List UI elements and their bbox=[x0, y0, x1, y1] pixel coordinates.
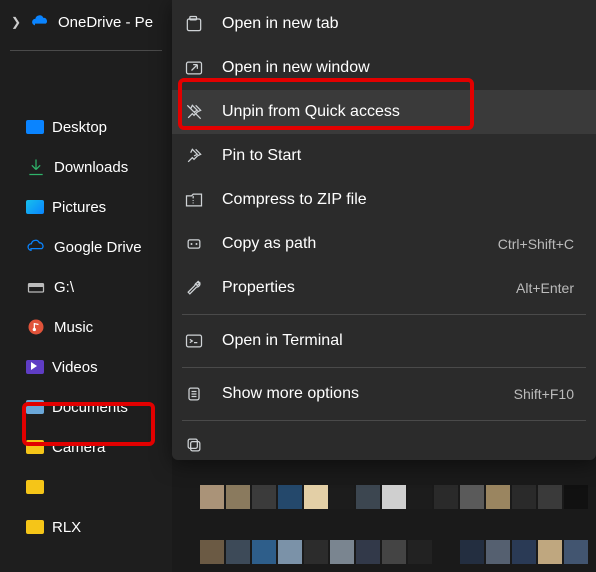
divider bbox=[182, 420, 586, 421]
ctx-item-label: Compress to ZIP file bbox=[222, 191, 367, 209]
documents-icon bbox=[26, 400, 44, 414]
ctx-open-new-tab[interactable]: Open in new tab bbox=[172, 2, 596, 46]
terminal-icon bbox=[184, 331, 204, 351]
folder-icon bbox=[26, 440, 44, 454]
ctx-item-shortcut: Ctrl+Shift+C bbox=[498, 236, 574, 252]
ctx-open-terminal[interactable]: Open in Terminal bbox=[172, 319, 596, 363]
pictures-icon bbox=[26, 200, 44, 214]
videos-icon bbox=[26, 360, 44, 374]
tree-item-label: Camera bbox=[52, 439, 105, 456]
desktop-icon bbox=[26, 120, 44, 134]
ctx-show-more-options[interactable]: Show more options Shift+F10 bbox=[172, 372, 596, 416]
tree-item-google-drive[interactable]: Google Drive bbox=[0, 231, 172, 263]
tree-item-label: RLX bbox=[52, 519, 81, 536]
tree-item-label: Music bbox=[54, 319, 93, 336]
chevron-right-icon: ❯ bbox=[10, 15, 22, 29]
ctx-item-shortcut: Shift+F10 bbox=[514, 386, 574, 402]
ctx-item-shortcut: Alt+Enter bbox=[516, 280, 574, 296]
ctx-unpin-quick-access[interactable]: Unpin from Quick access bbox=[172, 90, 596, 134]
tree-item-documents[interactable]: Documents bbox=[0, 391, 172, 423]
ctx-item-label: Properties bbox=[222, 279, 295, 297]
ctx-compress-zip[interactable]: Compress to ZIP file bbox=[172, 178, 596, 222]
music-icon bbox=[26, 317, 46, 337]
tree-item-unnamed[interactable] bbox=[0, 471, 172, 503]
tree-item-label: Documents bbox=[52, 399, 128, 416]
onedrive-icon bbox=[30, 12, 50, 32]
ctx-item-label: Pin to Start bbox=[222, 147, 301, 165]
ctx-open-new-window[interactable]: Open in new window bbox=[172, 46, 596, 90]
tree-item-rlx[interactable]: RLX bbox=[0, 511, 172, 543]
ctx-item-label: Show more options bbox=[222, 385, 359, 403]
ctx-item-label: Open in new tab bbox=[222, 15, 339, 33]
ctx-properties[interactable]: Properties Alt+Enter bbox=[172, 266, 596, 310]
tree-item-downloads[interactable]: Downloads bbox=[0, 151, 172, 183]
thumbnail-row bbox=[200, 485, 588, 509]
properties-icon bbox=[184, 278, 204, 298]
folder-icon bbox=[26, 480, 44, 494]
downloads-icon bbox=[26, 157, 46, 177]
google-drive-icon bbox=[26, 237, 46, 257]
tree-item-camera[interactable]: Camera bbox=[0, 431, 172, 463]
ctx-copy-as-path[interactable]: Copy as path Ctrl+Shift+C bbox=[172, 222, 596, 266]
ctx-bottom-copy[interactable] bbox=[172, 425, 596, 465]
tree-item-pictures[interactable]: Pictures bbox=[0, 191, 172, 223]
thumbnail-row bbox=[200, 540, 588, 564]
tree-item-label: OneDrive - Pe bbox=[58, 14, 153, 31]
tree-item-label: Desktop bbox=[52, 119, 107, 136]
ctx-item-label: Unpin from Quick access bbox=[222, 103, 400, 121]
copy-path-icon bbox=[184, 234, 204, 254]
ctx-item-label: Open in new window bbox=[222, 59, 370, 77]
tree-item-drive-g[interactable]: G:\ bbox=[0, 271, 172, 303]
pin-icon bbox=[184, 146, 204, 166]
tree-item-desktop[interactable]: Desktop bbox=[0, 111, 172, 143]
ctx-item-label: Open in Terminal bbox=[222, 332, 343, 350]
tree-item-onedrive[interactable]: ❯ OneDrive - Pe bbox=[0, 4, 172, 40]
open-new-tab-icon bbox=[184, 14, 204, 34]
tree-item-label: Google Drive bbox=[54, 239, 142, 256]
tree-item-label: Downloads bbox=[54, 159, 128, 176]
unpin-icon bbox=[184, 102, 204, 122]
navigation-sidebar: ❯ OneDrive - Pe Desktop Downloads Pictur… bbox=[0, 0, 172, 572]
ctx-pin-to-start[interactable]: Pin to Start bbox=[172, 134, 596, 178]
tree-item-videos[interactable]: Videos bbox=[0, 351, 172, 383]
drive-icon bbox=[26, 277, 46, 297]
copy-icon bbox=[184, 435, 204, 455]
more-options-icon bbox=[184, 384, 204, 404]
divider bbox=[182, 314, 586, 315]
tree-item-label: Pictures bbox=[52, 199, 106, 216]
divider bbox=[182, 367, 586, 368]
tree-item-label: G:\ bbox=[54, 279, 74, 296]
tree-item-music[interactable]: Music bbox=[0, 311, 172, 343]
ctx-item-label: Copy as path bbox=[222, 235, 316, 253]
folder-icon bbox=[26, 520, 44, 534]
zip-icon bbox=[184, 190, 204, 210]
divider bbox=[10, 50, 162, 51]
context-menu: Open in new tab Open in new window Unpin… bbox=[172, 0, 596, 460]
open-new-window-icon bbox=[184, 58, 204, 78]
tree-item-label: Videos bbox=[52, 359, 98, 376]
